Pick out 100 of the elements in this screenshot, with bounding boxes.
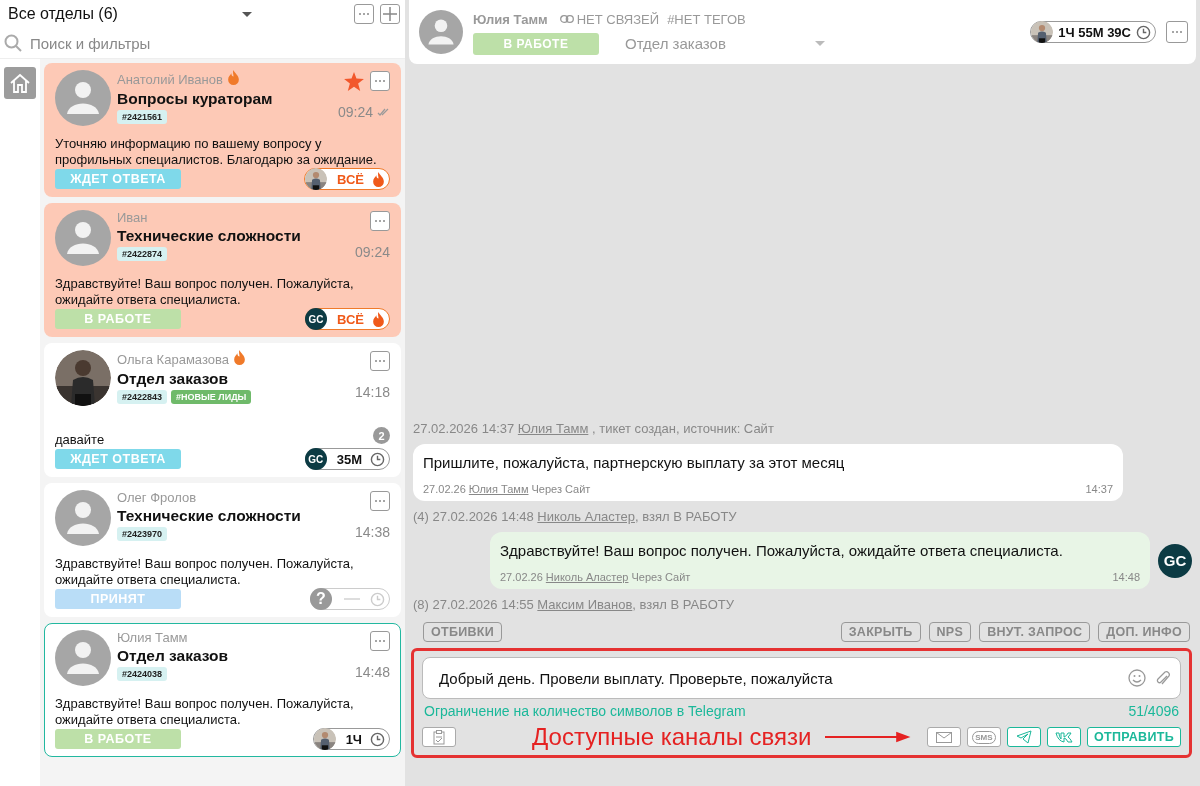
tags-label[interactable]: #НЕТ ТЕГОВ [667,11,746,27]
last-message: Здравствуйте! Ваш вопрос получен. Пожалуйста, ожидайте ответа специалиста. [55,556,355,588]
more-button[interactable] [1166,21,1188,43]
action-button[interactable]: ВНУТ. ЗАПРОС [979,622,1091,642]
message-source: Через Сайт [531,483,591,495]
client-name: Анатолий Иванов [117,71,223,87]
links-label[interactable]: НЕТ СВЯЗЕЙ [576,11,660,27]
clock-icon [370,591,385,607]
timer-text: 35М [336,451,362,467]
more-icon [1171,30,1183,34]
user-link[interactable]: Юлия Тамм [517,421,589,436]
channel-button[interactable] [926,727,961,747]
last-message: Здравствуйте! Ваш вопрос получен. Пожалуйста, ожидайте ответа специалиста. [55,696,355,728]
home-button[interactable] [4,67,36,99]
status-label: ЖДЕТ ОТВЕТА [55,449,181,469]
ticket-card[interactable]: Юлия Тамм Отдел заказов #2424038 14:48 Здравствуйте! Ваш вопрос получен. Пожалуйста, ожидайте ответа специалиста. В РАБОТЕ 1Ч [44,623,401,757]
ticket-card[interactable]: Ольга Карамазова Отдел заказов #2422843 #НОВЫЕ ЛИДЫ 14:18 давайте 2 ЖДЕТ ОТВЕТА GC 35М [44,343,401,477]
ticket-title: Вопросы кураторам [117,90,274,108]
status-label: ЖДЕТ ОТВЕТА [55,169,181,189]
ticket-tag: #НОВЫЕ ЛИДЫ [171,390,252,404]
channel-button[interactable]: SMS [966,727,1001,747]
ticket-title: Технические сложности [117,227,302,245]
message-time: 14:48 [1112,571,1140,583]
more-button[interactable] [370,491,390,511]
author-link[interactable]: Николь Аластер [545,571,629,583]
message-text: Здравствуйте! Ваш вопрос получен. Пожалуйста, ожидайте ответа специалиста. [500,542,1064,559]
vk-logo-icon [1055,731,1073,743]
clipboard-icon [433,729,445,745]
last-message: давайте [55,432,105,448]
paperclip-icon[interactable] [1156,669,1170,687]
action-button[interactable]: NPS [928,622,972,642]
timer-text: ВСЁ [337,171,364,187]
star-icon[interactable] [344,71,364,91]
client-name: Ольга Карамазова [117,351,229,367]
channel-button[interactable] [1047,727,1081,747]
templates-button[interactable] [422,727,457,747]
agent-logo: GC [305,308,327,330]
unknown-agent-badge: ? [310,588,332,610]
home-icon [9,73,31,93]
client-name: Юлия Тамм [117,630,188,645]
ticket-time: 14:48 [354,664,390,680]
agent-logo: GC [1158,543,1192,578]
clock-icon [370,451,385,467]
message-input[interactable]: Добрый день. Провели выплату. Проверьте, пожалуйста [437,668,1118,688]
last-message: Уточняю информацию по вашему вопросу у профильных специалистов. Благодарю за ожидание. [55,136,378,168]
last-message: Здравствуйте! Ваш вопрос получен. Пожалуйста, ожидайте ответа специалиста. [55,276,355,308]
client-name: Олег Фролов [117,490,197,505]
ticket-card[interactable]: Анатолий Иванов Вопросы кураторам #2421561 09:24 Уточняю информацию по вашему вопросу у профильных специалистов. Благодарю за ожидание. ЖДЕТ ОТВЕТА ВСЁ [44,63,401,197]
add-button[interactable] [380,4,400,24]
message-source: Через Сайт [631,571,691,583]
message-date: 27.02.26 [500,571,543,583]
search-icon [4,34,22,52]
limit-note: Ограничение на количество символов в Telegram [424,703,746,719]
avatar-placeholder-icon [55,210,111,266]
dash-icon [344,598,360,600]
author-link[interactable]: Юлия Тамм [468,483,529,495]
more-button[interactable] [354,4,374,24]
ticket-title: Отдел заказов [117,370,230,388]
action-button[interactable]: ОТБИВКИ [423,622,503,642]
fire-icon [226,70,240,85]
status-label: В РАБОТЕ [55,729,181,749]
status-label: ПРИНЯТ [55,589,181,609]
ticket-card[interactable]: Иван Технические сложности #2422874 09:24 Здравствуйте! Ваш вопрос получен. Пожалуйста, ожидайте ответа специалиста. В РАБОТЕ GC ВСЁ [44,203,401,337]
timer-text: 1Ч [345,731,362,747]
paper-plane-icon [1015,730,1032,744]
agent-logo: GC [304,448,327,470]
ticket-tag: #2422843 [117,390,168,404]
ticket-tag: #2422874 [117,247,168,261]
department-select[interactable]: Отдел заказов [625,35,825,52]
event-line: (4) 27.02.2026 14:48 Николь Аластер, взял В РАБОТУ [413,509,738,524]
more-button[interactable] [370,211,390,231]
channel-button[interactable] [1006,727,1041,747]
more-button[interactable] [370,631,390,651]
avatar-placeholder-icon [55,70,111,126]
dropdown-caret-icon [242,11,252,17]
smiley-icon[interactable] [1128,669,1146,687]
search-field[interactable]: Поиск и фильтры [28,33,401,53]
status-label: В РАБОТЕ [55,309,181,329]
more-icon [374,219,386,223]
ticket-time: 14:38 [354,524,390,540]
send-button[interactable]: ОТПРАВИТЬ [1087,727,1181,747]
department-select[interactable]: Все отделы (6) [8,5,236,23]
more-icon [374,79,386,83]
ticket-time: 14:18 [354,384,390,400]
more-button[interactable] [370,351,390,371]
ticket-tag: #2424038 [117,667,168,681]
ticket-tag: #2421561 [117,110,168,124]
timer-text: ВСЁ [337,311,364,327]
action-button[interactable]: ДОП. ИНФО [1098,622,1190,642]
action-button[interactable]: ЗАКРЫТЬ [840,622,921,642]
client-name: Юлия Тамм [473,11,548,27]
ticket-time: 09:24 [337,104,373,120]
more-icon [374,639,386,643]
more-button[interactable] [370,71,390,91]
char-counter: 51/4096 [1128,703,1179,719]
message-field[interactable]: Добрый день. Провели выплату. Проверьте, пожалуйста [422,657,1181,699]
user-link[interactable]: Николь Аластер [537,509,635,524]
fire-icon [372,311,385,327]
ticket-card[interactable]: Олег Фролов Технические сложности #2423970 14:38 Здравствуйте! Ваш вопрос получен. Пожалуйста, ожидайте ответа специалиста. ПРИНЯТ ? [44,483,401,617]
ticket-tag: #2423970 [117,527,168,541]
